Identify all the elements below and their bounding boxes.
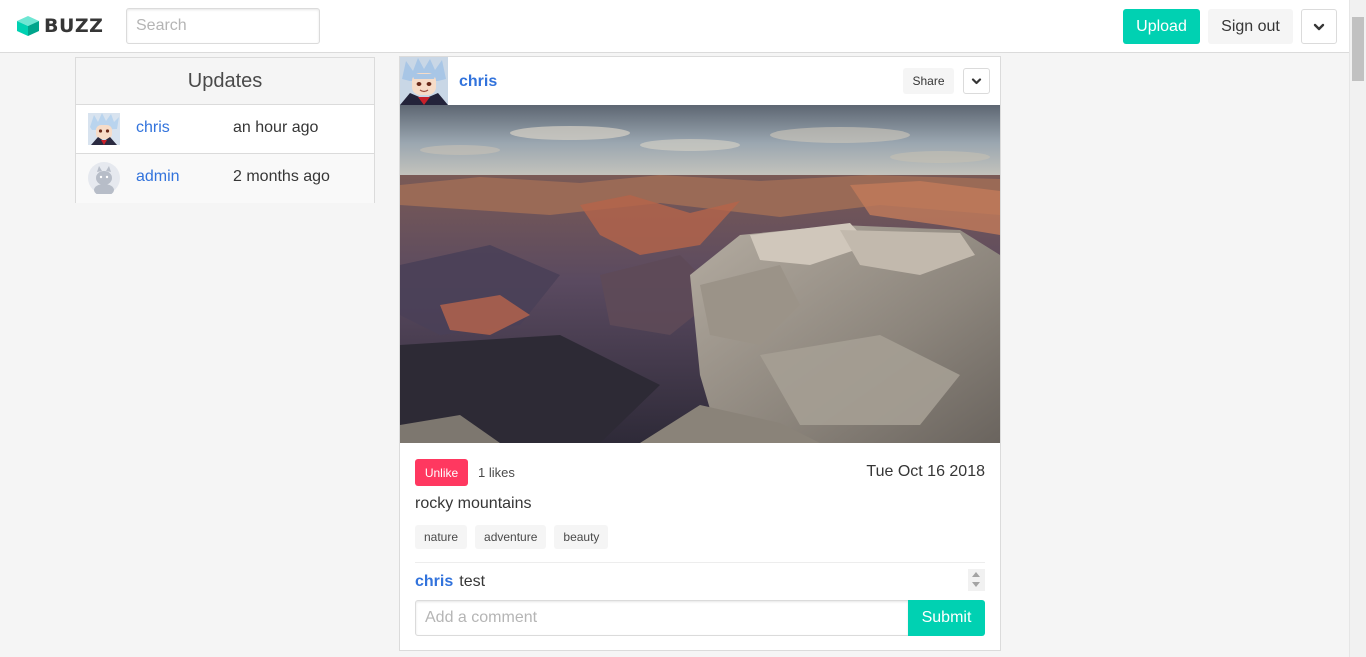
scroll-up-arrow-icon[interactable] <box>972 572 980 577</box>
submit-comment-button[interactable]: Submit <box>908 600 985 636</box>
update-item: admin 2 months ago <box>76 154 374 203</box>
update-time: an hour ago <box>233 119 319 136</box>
brand-logo[interactable]: BUZZ <box>16 15 103 37</box>
brand-name: BUZZ <box>44 15 104 37</box>
update-time: 2 months ago <box>233 168 330 185</box>
update-username[interactable]: chris <box>136 119 170 137</box>
post-author-name[interactable]: chris <box>459 73 497 91</box>
sign-out-button[interactable]: Sign out <box>1208 9 1293 44</box>
chevron-down-icon <box>1313 23 1325 30</box>
tag-list: nature adventure beauty <box>415 525 609 549</box>
post-date: Tue Oct 16 2018 <box>866 463 985 480</box>
tag-beauty[interactable]: beauty <box>554 525 609 549</box>
like-count: 1 likes <box>478 465 515 480</box>
default-avatar-icon[interactable] <box>88 162 120 194</box>
update-username[interactable]: admin <box>136 168 180 186</box>
comment-item: chris test <box>415 573 485 591</box>
post-menu-button[interactable] <box>963 68 990 94</box>
tag-nature[interactable]: nature <box>415 525 468 549</box>
update-item: chris an hour ago <box>76 105 374 154</box>
tag-adventure[interactable]: adventure <box>475 525 547 549</box>
comment-author[interactable]: chris <box>415 573 453 590</box>
updates-title: Updates <box>76 58 374 105</box>
share-button[interactable]: Share <box>903 68 954 94</box>
comments-scrollbar[interactable] <box>968 569 985 591</box>
comment-input[interactable] <box>415 600 909 636</box>
post-card: chris Share Unlike 1 likes Tue Oct 16 20… <box>399 56 1001 651</box>
unlike-button[interactable]: Unlike <box>415 459 468 486</box>
updates-panel: Updates chris an hour ago admin 2 months… <box>75 57 375 203</box>
upload-button[interactable]: Upload <box>1123 9 1200 44</box>
post-author-avatar[interactable] <box>400 57 448 105</box>
page-scrollbar[interactable] <box>1349 0 1366 657</box>
scrollbar-thumb[interactable] <box>1352 17 1364 81</box>
divider <box>415 562 985 563</box>
cube-logo-icon <box>17 16 39 36</box>
top-navbar: BUZZ Upload Sign out <box>0 0 1349 53</box>
chevron-down-icon <box>971 77 982 84</box>
post-image[interactable] <box>400 105 1000 443</box>
search-input[interactable] <box>126 8 320 44</box>
user-avatar[interactable] <box>88 113 120 145</box>
navbar-menu-button[interactable] <box>1301 9 1337 44</box>
comment-text: test <box>459 573 486 590</box>
post-caption: rocky mountains <box>415 495 532 512</box>
scroll-down-arrow-icon[interactable] <box>972 582 980 587</box>
